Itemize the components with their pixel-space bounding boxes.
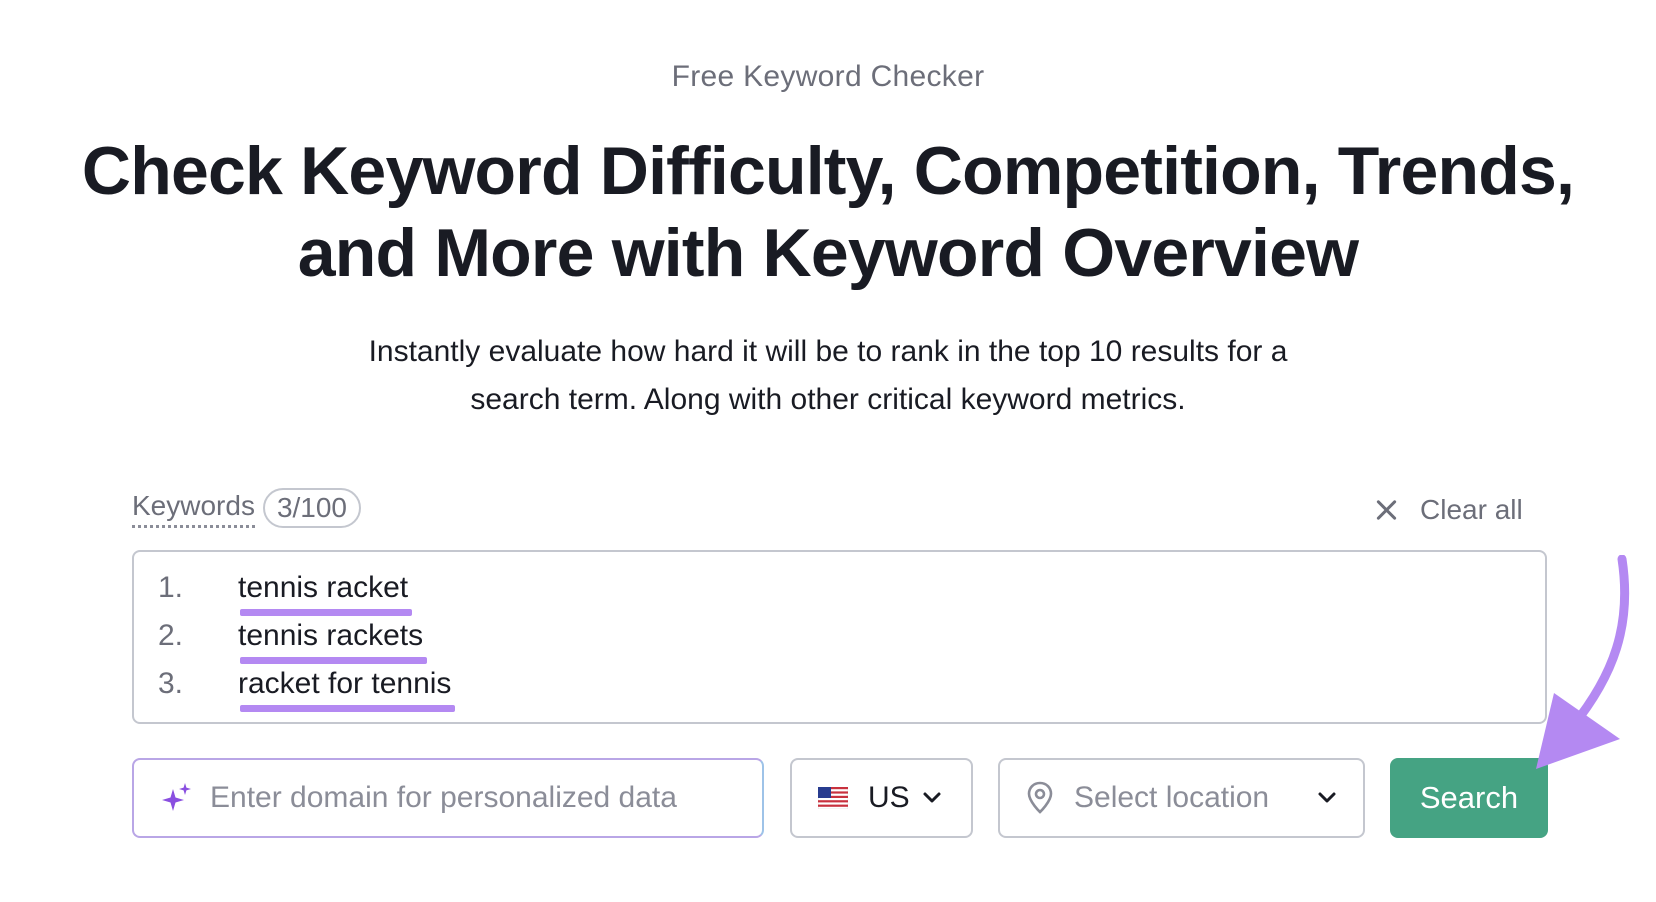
annotation-arrow-icon	[1536, 555, 1630, 769]
keyword-text: tennis rackets	[238, 619, 428, 664]
country-code: US	[868, 781, 910, 814]
location-select[interactable]: Select location	[998, 758, 1365, 838]
keyword-list-item: 3. racket for tennis	[134, 666, 1545, 714]
clear-all-button[interactable]: Clear all	[1374, 490, 1523, 530]
keyword-number: 2.	[158, 619, 184, 652]
page-title-line-2: and More with Keyword Overview	[297, 215, 1359, 291]
keywords-count-badge: 3/100	[262, 488, 362, 528]
country-select[interactable]: US	[790, 758, 973, 838]
location-placeholder: Select location	[1074, 781, 1270, 814]
search-button[interactable]: Search	[1390, 758, 1548, 838]
domain-input[interactable]	[210, 781, 750, 815]
domain-field[interactable]	[132, 758, 764, 838]
page-title-line-1: Check Keyword Difficulty, Competition, T…	[81, 133, 1575, 209]
chevron-down-icon	[1318, 792, 1336, 803]
close-icon	[1374, 498, 1398, 522]
keyword-text: racket for tennis	[238, 667, 456, 712]
keyword-number: 1.	[158, 571, 184, 604]
page-subtitle: Instantly evaluate how hard it will be t…	[278, 328, 1378, 424]
page-title: Check Keyword Difficulty, Competition, T…	[40, 130, 1616, 294]
keyword-list-item: 1. tennis racket	[134, 570, 1545, 618]
eyebrow-label: Free Keyword Checker	[671, 60, 985, 93]
keywords-textarea[interactable]: 1. tennis racket 2. tennis rackets 3. ra…	[132, 550, 1547, 724]
sparkle-icon	[162, 783, 191, 811]
page-subtitle-line-2: search term. Along with other critical k…	[470, 383, 1186, 416]
clear-all-label: Clear all	[1420, 494, 1523, 525]
keyword-text: tennis racket	[238, 571, 413, 616]
keyword-number: 3.	[158, 667, 184, 700]
page-subtitle-line-1: Instantly evaluate how hard it will be t…	[368, 335, 1288, 368]
keyword-list-item: 2. tennis rackets	[134, 618, 1545, 666]
us-flag-icon	[818, 787, 848, 809]
keywords-label[interactable]: Keywords	[132, 489, 255, 528]
location-pin-icon	[1027, 781, 1053, 814]
keywords-header: Keywords 3/100	[132, 488, 362, 528]
chevron-down-icon	[923, 792, 941, 803]
